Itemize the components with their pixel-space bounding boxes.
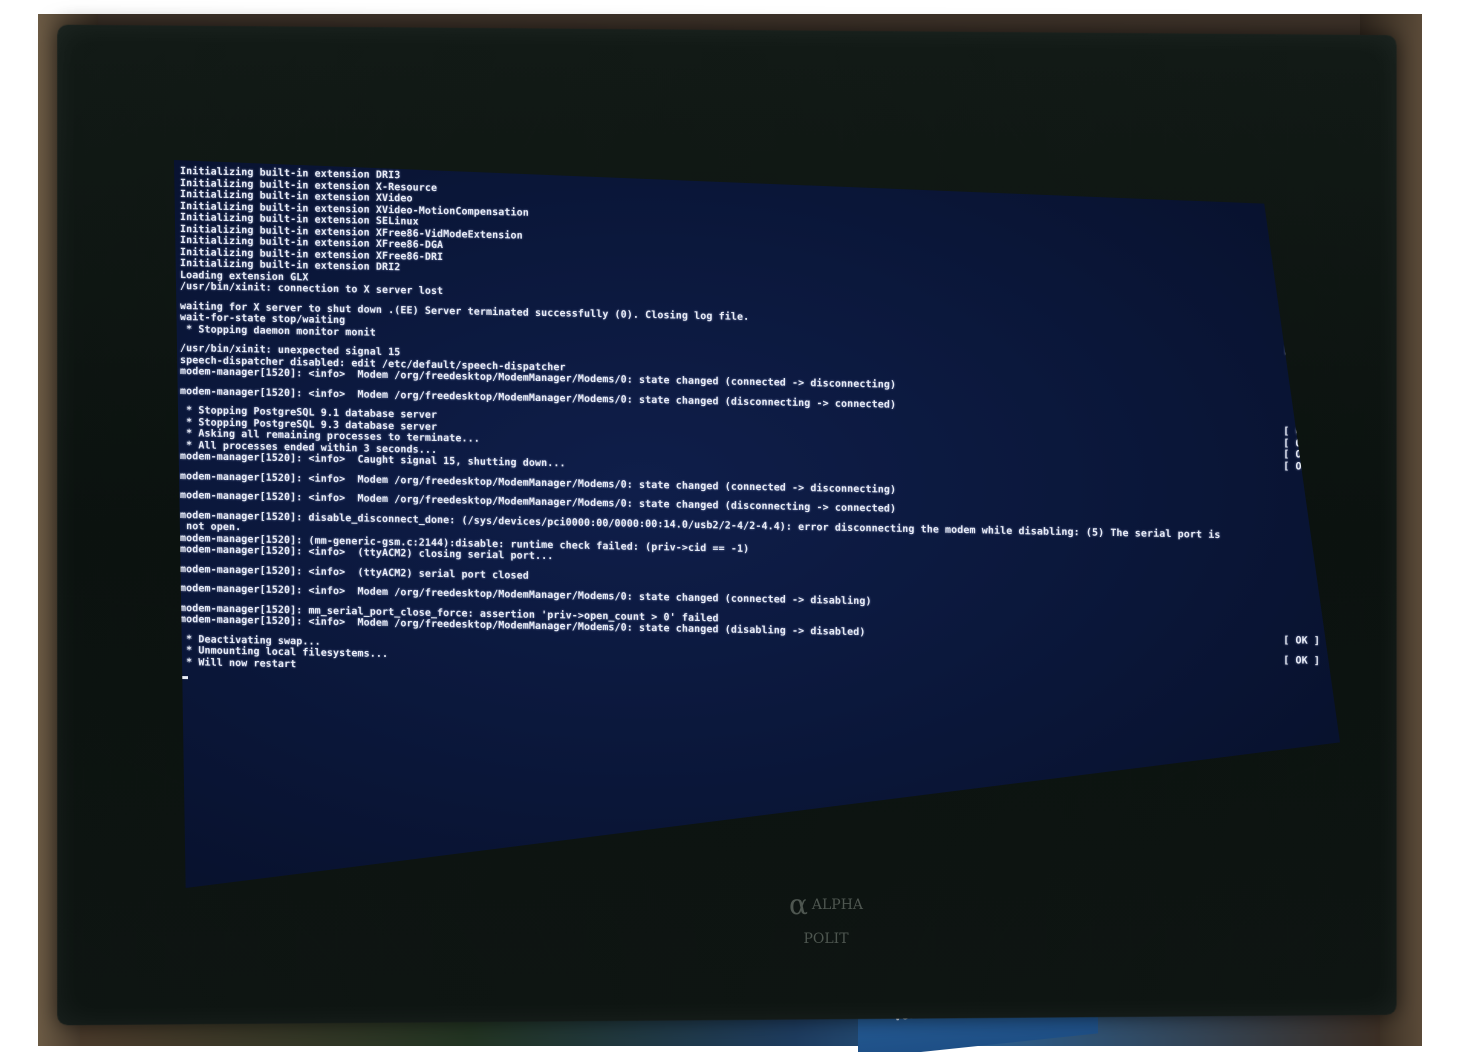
- terminal-line-text: * Will now restart: [180, 656, 297, 670]
- alpha-logo-icon: α: [788, 888, 808, 921]
- terminal-output: Initializing built-in extension DRI3 Init…: [180, 166, 1330, 705]
- terminal-line-text: modem-manager[1520]: <info> (ttyACM2) se…: [180, 563, 529, 582]
- status-ok-badge: [ OK ]: [1283, 654, 1320, 667]
- monitor-logo: α ALPHA POLIT: [766, 888, 886, 947]
- terminal-line-text: not open.: [180, 521, 242, 534]
- status-ok-badge: [ OK ]: [1283, 635, 1320, 647]
- terminal-line-text: * Stopping daemon monitor monit: [180, 323, 376, 339]
- photo-scene: Vel mattkinfinkija Initializing built-in…: [0, 0, 1457, 1052]
